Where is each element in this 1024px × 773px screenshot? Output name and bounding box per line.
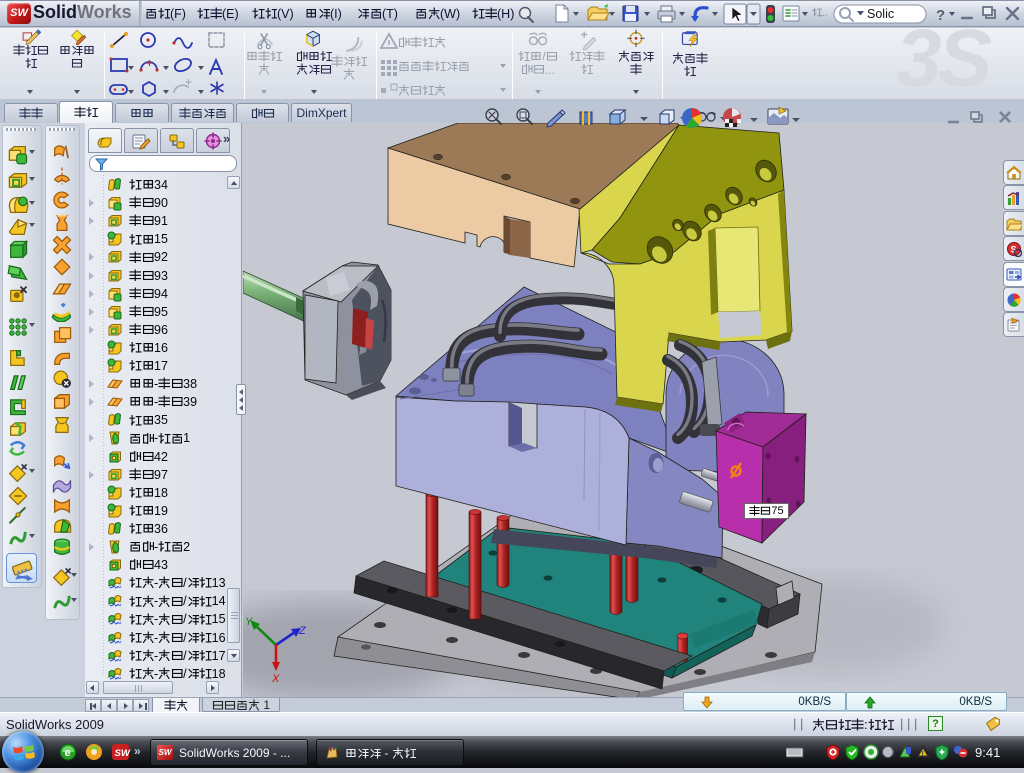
svg-text:SW: SW <box>115 748 131 759</box>
svg-text:Y: Y <box>245 616 253 628</box>
svg-text:»: » <box>134 744 141 758</box>
svg-text:Z: Z <box>298 625 307 637</box>
svg-text:Solic: Solic <box>867 7 894 21</box>
svg-text:e: e <box>65 747 71 759</box>
svg-text:S: S <box>1011 245 1017 255</box>
svg-text:!: ! <box>922 751 924 758</box>
svg-text:X: X <box>271 673 280 685</box>
